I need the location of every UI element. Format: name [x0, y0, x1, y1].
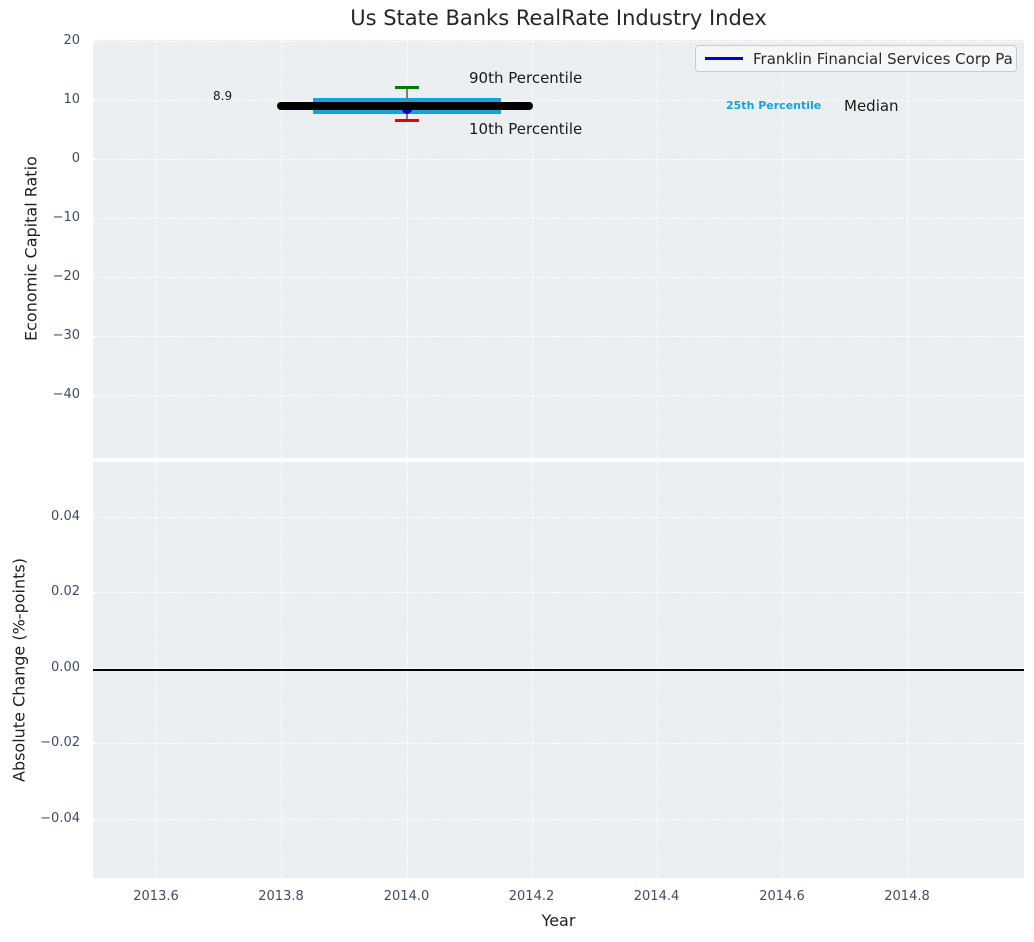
xtick-label: 2013.8 — [258, 889, 304, 904]
legend: Franklin Financial Services Corp Pa — [695, 45, 1017, 72]
zero-line — [93, 668, 1024, 671]
gridline-h — [93, 158, 1024, 160]
legend-line-sample — [705, 57, 743, 60]
gridline-h — [93, 394, 1024, 396]
gridline-h — [93, 743, 1024, 744]
gridline-h — [93, 335, 1024, 337]
gridline-h — [93, 40, 1024, 42]
value-annotation: 8.9 — [213, 89, 233, 103]
median-line — [277, 102, 533, 110]
p25-annotation: 25th Percentile — [726, 99, 822, 112]
xtick-label: 2013.6 — [133, 889, 179, 904]
legend-label: Franklin Financial Services Corp Pa — [753, 49, 1013, 68]
figure: Us State Banks RealRate Industry Index 8… — [0, 0, 1034, 942]
bottom-y-axis-label: Absolute Change (%-points) — [9, 558, 29, 782]
gridline-h — [93, 592, 1024, 593]
gridline-v — [156, 40, 157, 458]
xtick-label: 2014.0 — [383, 889, 430, 904]
xtick-label: 2014.8 — [884, 889, 930, 904]
xtick-label: 2014.6 — [759, 889, 805, 904]
top-plot-area: 8.9 90th Percentile 10th Percentile 25th… — [93, 40, 1024, 458]
gridline-v — [907, 40, 908, 458]
x-axis-label: Year — [541, 911, 576, 930]
p10-annotation: 10th Percentile — [469, 119, 583, 138]
p90-annotation: 90th Percentile — [469, 69, 583, 87]
bottom-plot-area — [93, 462, 1024, 878]
gridline-v — [656, 40, 658, 458]
gridline-h — [93, 516, 1024, 518]
p90-cap — [394, 85, 419, 89]
median-annotation: Median — [844, 97, 899, 115]
p10-cap — [394, 119, 419, 122]
xtick-label: 2014.2 — [508, 889, 555, 904]
gridline-h — [93, 818, 1024, 820]
gridline-h — [93, 276, 1024, 278]
xtick-label: 2014.4 — [633, 889, 680, 904]
gridline-h — [93, 217, 1024, 219]
top-y-axis-label: Economic Capital Ratio — [21, 156, 41, 342]
chart-title: Us State Banks RealRate Industry Index — [350, 6, 767, 30]
